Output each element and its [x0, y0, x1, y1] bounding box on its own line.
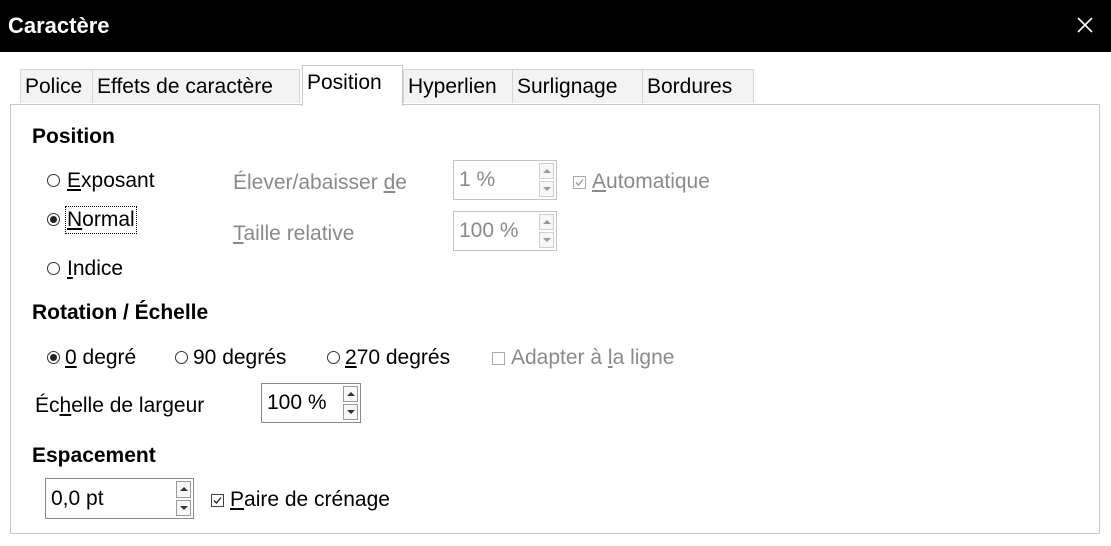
spin-down-icon[interactable] — [539, 232, 554, 248]
checkbox[interactable] — [492, 352, 505, 365]
relative-size-label: Taille relative — [233, 222, 355, 245]
title-bar: Caractère — [0, 0, 1111, 52]
radio-button[interactable] — [175, 351, 188, 364]
radio-270-degres[interactable]: 270 degrés — [327, 344, 477, 372]
spin-down-icon[interactable] — [539, 181, 554, 197]
checkbox[interactable] — [211, 494, 224, 507]
radio-0-degre[interactable]: 0 degré — [47, 344, 167, 372]
raise-lower-spinbox[interactable]: 1 % — [453, 160, 557, 200]
auto-checkbox[interactable]: Automatique — [573, 168, 753, 196]
relative-size-value[interactable]: 100 % — [459, 212, 519, 250]
raise-lower-value[interactable]: 1 % — [459, 161, 495, 199]
tab-position[interactable]: Position — [302, 65, 403, 106]
radio-indice[interactable]: Indice — [47, 255, 197, 283]
checkbox[interactable] — [573, 176, 586, 189]
tab-surlignage[interactable]: Surlignage — [512, 69, 643, 103]
tab-effets-de-caractere[interactable]: Effets de caractère — [92, 69, 300, 103]
radio-90-degres[interactable]: 90 degrés — [175, 344, 315, 372]
width-scale-value[interactable]: 100 % — [267, 384, 327, 422]
width-scale-spinbox[interactable]: 100 % — [261, 383, 361, 423]
section-heading-rotation: Rotation / Échelle — [32, 301, 209, 324]
close-icon[interactable] — [1071, 11, 1099, 39]
section-heading-position: Position — [32, 125, 115, 148]
radio-button[interactable] — [47, 262, 60, 275]
raise-lower-label: Élever/abaisser de — [233, 171, 407, 194]
dialog-title: Caractère — [8, 13, 110, 38]
radio-button[interactable] — [47, 351, 60, 364]
fit-to-line-checkbox[interactable]: Adapter à la ligne — [492, 344, 722, 372]
tab-bordures[interactable]: Bordures — [642, 69, 754, 103]
spin-up-icon[interactable] — [343, 386, 358, 402]
radio-button[interactable] — [327, 351, 340, 364]
section-heading-spacing: Espacement — [32, 444, 156, 467]
spacing-spinbox[interactable]: 0,0 pt — [45, 478, 194, 519]
radio-button[interactable] — [47, 174, 60, 187]
tab-panel: Position Exposant Normal Indice Élever/a… — [10, 104, 1100, 534]
radio-exposant[interactable]: Exposant — [47, 167, 197, 195]
radio-button[interactable] — [47, 213, 60, 226]
tab-hyperlien[interactable]: Hyperlien — [403, 69, 513, 103]
radio-normal[interactable]: Normal — [47, 206, 197, 234]
spin-up-icon[interactable] — [539, 163, 554, 179]
checkmark-icon — [575, 179, 584, 186]
spacing-value[interactable]: 0,0 pt — [51, 479, 104, 518]
spin-down-icon[interactable] — [343, 404, 358, 420]
width-scale-label: Échelle de largeur — [35, 394, 205, 417]
kerning-checkbox[interactable]: Paire de crénage — [211, 486, 441, 514]
spin-up-icon[interactable] — [176, 481, 191, 498]
spin-up-icon[interactable] — [539, 214, 554, 230]
spin-down-icon[interactable] — [176, 499, 191, 516]
checkmark-icon — [213, 497, 222, 504]
relative-size-spinbox[interactable]: 100 % — [453, 211, 557, 251]
tab-police[interactable]: Police — [20, 69, 93, 103]
